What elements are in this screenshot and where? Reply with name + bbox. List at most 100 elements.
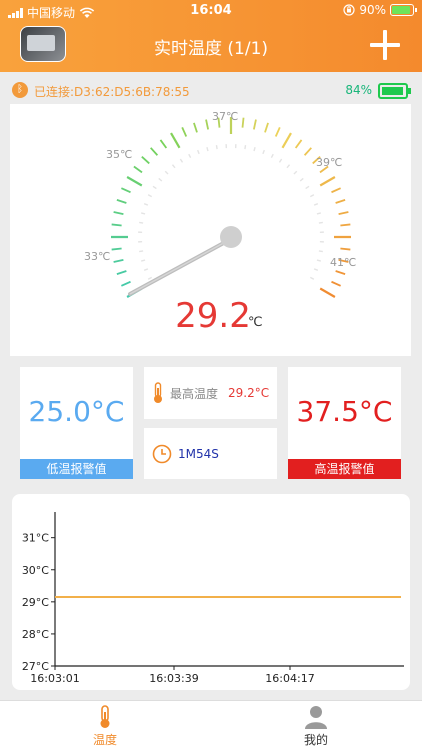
thermometer-icon bbox=[154, 382, 162, 403]
high-alarm-value: 37.5°C bbox=[296, 395, 393, 428]
gauge-label-33: 33℃ bbox=[84, 250, 110, 263]
gauge-tick bbox=[121, 280, 131, 287]
gauge-inner-tick bbox=[286, 164, 291, 169]
app-header: 中国移动 16:04 90% 实时温度 (1/1) bbox=[0, 0, 422, 72]
gauge-label-41: 41℃ bbox=[330, 256, 356, 269]
gauge-tick bbox=[141, 156, 150, 165]
gauge-card: 33℃ 35℃ 37℃ 39℃ 41℃ 29.2 ℃ bbox=[10, 104, 411, 356]
high-alarm-label: 高温报警值 bbox=[288, 459, 401, 479]
gauge-inner-tick bbox=[270, 153, 274, 159]
gauge-tick bbox=[340, 247, 351, 251]
y-tick-label: 30°C bbox=[22, 564, 49, 577]
person-icon bbox=[305, 706, 327, 729]
gauge-inner-tick bbox=[316, 212, 322, 215]
connection-row: ᛒ 已连接:D3:62:D5:6B:78:55 84% bbox=[12, 82, 411, 100]
tab-mine[interactable]: 我的 bbox=[276, 705, 356, 748]
max-temp-card: 最高温度 29.2°C bbox=[144, 367, 277, 419]
gauge-tick bbox=[335, 270, 346, 275]
y-tick-label: 31°C bbox=[22, 532, 49, 545]
gauge-tick bbox=[319, 287, 336, 298]
gauge-tick bbox=[113, 211, 124, 216]
gauge-tick bbox=[338, 211, 349, 216]
gauge-tick bbox=[159, 139, 168, 149]
gauge-inner-tick bbox=[140, 212, 146, 215]
gauge-inner-tick bbox=[253, 146, 256, 152]
gauge-inner-tick bbox=[147, 276, 153, 280]
tab-mine-label: 我的 bbox=[303, 733, 328, 747]
gauge-inner-tick bbox=[309, 194, 315, 198]
page-title: 实时温度 (1/1) bbox=[153, 39, 269, 59]
tab-temperature-label: 温度 bbox=[92, 733, 117, 747]
gauge-inner-tick bbox=[164, 170, 169, 175]
gauge-inner-tick bbox=[188, 153, 192, 159]
gauge-tick bbox=[150, 147, 159, 156]
gauge-inner-tick bbox=[318, 221, 323, 224]
gauge-inner-tick bbox=[197, 149, 200, 155]
gauge-inner-tick bbox=[313, 268, 319, 271]
duration-value: 1M54S bbox=[178, 446, 219, 461]
device-battery-pct: 84% bbox=[345, 83, 372, 97]
x-tick-label: 16:04:17 bbox=[265, 672, 314, 685]
gauge-tick bbox=[252, 119, 257, 130]
gauge-inner-tick bbox=[139, 250, 144, 253]
gauge-dial: 33℃ 35℃ 37℃ 39℃ 41℃ 29.2 ℃ bbox=[84, 110, 356, 336]
gauge-inner-tick bbox=[179, 158, 184, 163]
gauge-tick bbox=[170, 132, 181, 149]
max-temp-value: 29.2°C bbox=[228, 386, 270, 400]
gauge-tick bbox=[281, 132, 292, 149]
gauge-label-35: 35℃ bbox=[106, 148, 132, 161]
gauge-tick bbox=[111, 247, 122, 251]
status-battery-icon bbox=[390, 4, 417, 16]
gauge-tick bbox=[319, 176, 336, 187]
gauge-tick bbox=[193, 122, 198, 133]
gauge-tick bbox=[205, 119, 210, 130]
gauge-tick bbox=[274, 127, 281, 137]
gauge-inner-tick bbox=[143, 268, 149, 271]
gauge-inner-tick bbox=[313, 203, 319, 206]
gauge-tick bbox=[303, 147, 312, 156]
gauge-inner-tick bbox=[305, 185, 310, 190]
gauge-inner-tick bbox=[143, 203, 149, 206]
low-alarm-label: 低温报警值 bbox=[20, 459, 133, 479]
add-device-button[interactable] bbox=[370, 30, 400, 60]
temperature-chart: 31°C 30°C 29°C 28°C 27°C 16:03:01 16:03:39 16:0… bbox=[12, 494, 410, 690]
duration-card: 1M54S bbox=[144, 428, 277, 479]
y-tick-label: 29°C bbox=[22, 596, 49, 609]
gauge-tick bbox=[335, 199, 346, 204]
gauge-tick bbox=[133, 165, 143, 174]
gauge-tick bbox=[331, 187, 341, 194]
gauge-inner-tick bbox=[293, 170, 298, 175]
gauge-tick bbox=[294, 139, 303, 149]
tab-bar: 温度 我的 bbox=[0, 700, 422, 750]
gauge-inner-tick bbox=[206, 146, 209, 152]
device-battery-icon bbox=[378, 83, 411, 99]
tab-temperature[interactable]: 温度 bbox=[65, 705, 145, 748]
thermometer-icon bbox=[100, 705, 110, 728]
gauge-inner-tick bbox=[316, 259, 322, 262]
status-battery-pct: 90% bbox=[359, 3, 386, 17]
gauge-inner-tick bbox=[215, 145, 218, 150]
y-tick-label: 28°C bbox=[22, 628, 49, 641]
gauge-tick bbox=[113, 258, 124, 263]
gauge-inner-tick bbox=[139, 221, 144, 224]
status-bar: 中国移动 16:04 90% bbox=[0, 0, 422, 22]
max-temp-label: 最高温度 bbox=[170, 386, 219, 401]
gauge-inner-tick bbox=[171, 164, 176, 169]
gauge-label-37: 37℃ bbox=[212, 110, 238, 123]
orientation-lock-icon bbox=[343, 4, 355, 16]
low-alarm-value: 25.0°C bbox=[28, 395, 125, 428]
chart-plot: 31°C30°C29°C28°C27°C16:03:01 16:03:39 16:0… bbox=[22, 512, 404, 685]
high-alarm-card[interactable]: 37.5°C 高温报警值 bbox=[288, 367, 401, 479]
gauge-inner-tick bbox=[158, 177, 163, 182]
gauge-hub bbox=[220, 226, 242, 248]
gauge-inner-tick bbox=[278, 158, 283, 163]
gauge-unit: ℃ bbox=[248, 315, 263, 330]
gauge-tick bbox=[116, 199, 127, 204]
gauge-inner-tick bbox=[262, 149, 265, 155]
gauge-value: 29.2 bbox=[175, 296, 251, 336]
clock-icon bbox=[152, 444, 172, 463]
bluetooth-icon: ᛒ bbox=[12, 82, 28, 98]
gauge-inner-tick bbox=[318, 250, 323, 253]
gauge-tick bbox=[241, 117, 245, 128]
low-alarm-card[interactable]: 25.0°C 低温报警值 bbox=[20, 367, 133, 479]
